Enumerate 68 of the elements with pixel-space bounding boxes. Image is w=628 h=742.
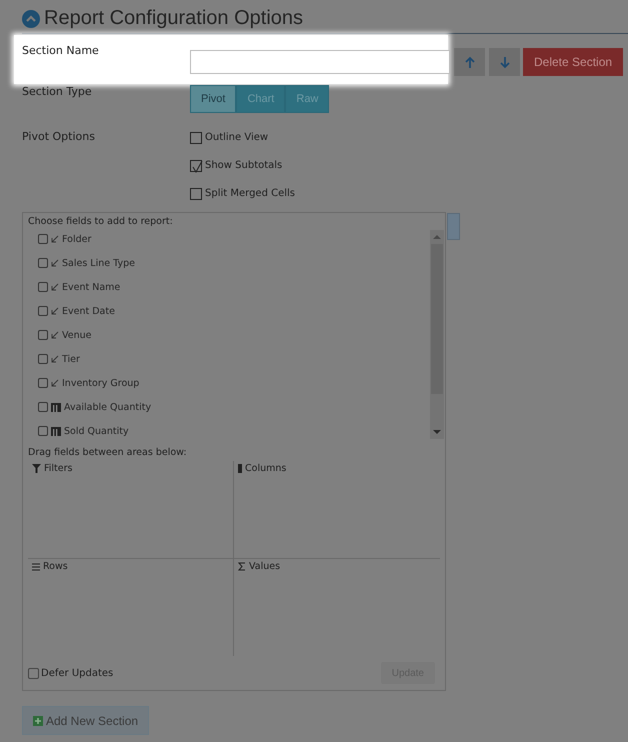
arrow-icon [51, 379, 59, 387]
measure-icon [51, 426, 61, 436]
area-label: Rows [43, 561, 68, 572]
collapse-icon[interactable] [22, 10, 40, 28]
scroll-up-icon [432, 234, 442, 240]
field-name[interactable]: Tier [62, 354, 80, 364]
rows-icon [32, 562, 40, 570]
measure-icon [51, 402, 61, 412]
sigma-icon [238, 562, 246, 571]
area-label: Columns [245, 463, 286, 474]
checkbox[interactable] [38, 378, 48, 388]
option-label: Defer Updates [41, 668, 114, 678]
drop-area[interactable]: Filters [28, 461, 234, 559]
checkbox[interactable] [38, 306, 48, 316]
checkbox[interactable] [38, 282, 48, 292]
checkbox[interactable] [38, 258, 48, 268]
scrollbar[interactable] [430, 230, 444, 439]
field-label: Pivot Options [22, 130, 96, 145]
funnel-icon [32, 464, 41, 473]
checkbox[interactable] [38, 330, 48, 340]
checkbox[interactable] [38, 426, 48, 436]
section-type-tab[interactable]: Pivot [190, 85, 236, 113]
drop-area[interactable]: Columns [234, 461, 440, 559]
field-name[interactable]: Folder [62, 234, 92, 244]
field-label: Section Name [22, 44, 100, 59]
arrow-icon [51, 235, 59, 243]
checkbox[interactable] [38, 354, 48, 364]
checkbox[interactable] [190, 132, 202, 144]
field-name[interactable]: Venue [62, 330, 92, 340]
option-label: Outline View [205, 132, 268, 143]
checkbox[interactable] [38, 234, 48, 244]
arrow-icon [51, 307, 59, 315]
area-label: Filters [44, 463, 72, 474]
option-label: Show Subtotals [205, 160, 282, 171]
arrow-icon [51, 355, 59, 363]
area-label: Values [249, 561, 280, 572]
option-label: Split Merged Cells [205, 188, 295, 199]
section-name-field[interactable] [190, 50, 450, 74]
add-section-button[interactable]: Add New Section [22, 706, 150, 735]
delete-button[interactable]: Delete Section [523, 48, 624, 76]
list-heading: Choose fields to add to report: [27, 215, 174, 229]
field-name[interactable]: Event Date [62, 306, 115, 316]
field-name[interactable]: Event Name [62, 282, 120, 292]
areas-heading: Drag fields between areas below: [27, 446, 188, 460]
plus-icon [33, 716, 43, 726]
field-name[interactable]: Sales Line Type [62, 258, 135, 268]
arrow-up-icon [464, 56, 476, 68]
field-label: Section Type [22, 85, 93, 100]
arrow-icon [51, 283, 59, 291]
arrow-icon [51, 259, 59, 267]
checkbox[interactable] [28, 668, 39, 678]
drop-area[interactable]: Rows [28, 559, 234, 656]
checkbox[interactable] [190, 160, 202, 172]
scroll-down-icon [432, 429, 442, 435]
drop-area[interactable]: Values [234, 559, 440, 656]
field-name[interactable]: Available Quantity [64, 402, 152, 412]
arrow-down-icon [498, 56, 510, 68]
section-title: Report Configuration Options [44, 7, 304, 30]
arrow-icon [51, 331, 59, 339]
move-down-button[interactable] [489, 48, 520, 76]
field-name[interactable]: Inventory Group [62, 378, 140, 388]
checkbox[interactable] [190, 188, 202, 200]
checkbox[interactable] [38, 402, 48, 412]
scrollbar-thumb[interactable] [447, 213, 460, 240]
field-name[interactable]: Sold Quantity [64, 426, 129, 436]
check-icon [191, 160, 203, 172]
column-icon [238, 464, 242, 473]
move-up-button[interactable] [454, 48, 485, 76]
